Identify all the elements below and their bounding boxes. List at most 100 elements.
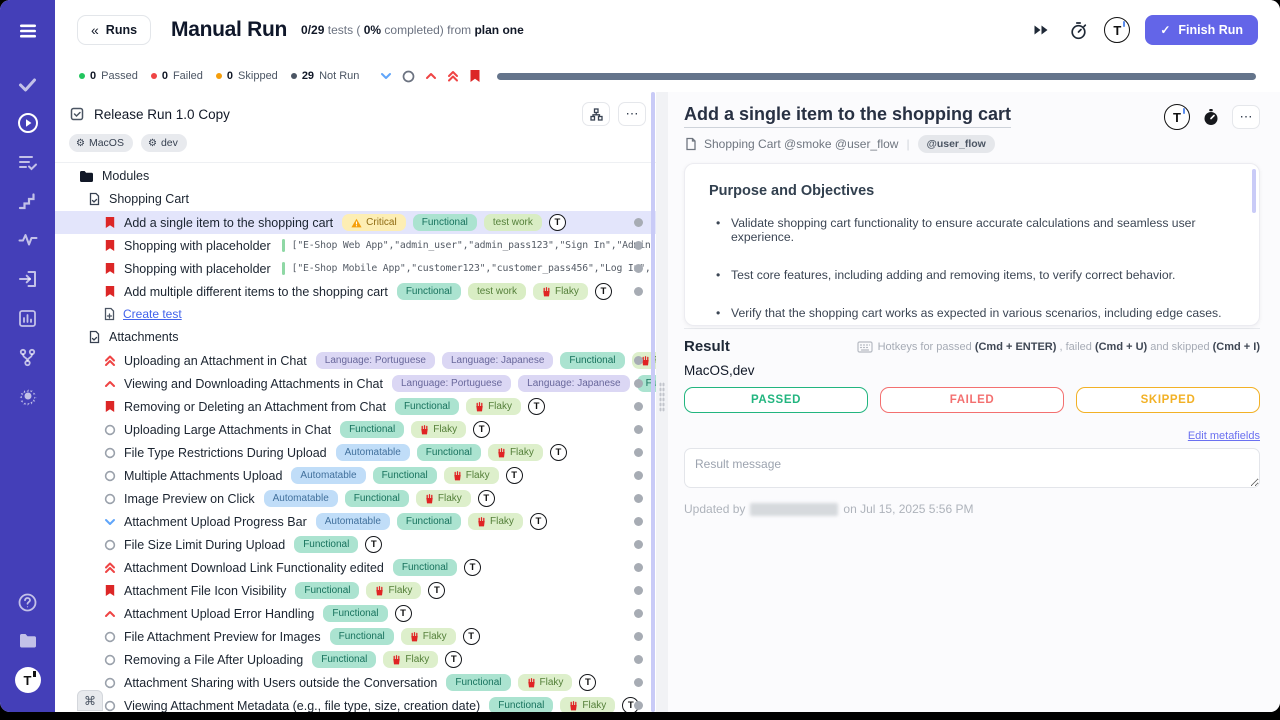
steps-icon[interactable] xyxy=(11,184,45,218)
tag-functional[interactable]: Functional xyxy=(294,536,358,553)
test-row[interactable]: Removing a File After UploadingFunctiona… xyxy=(55,648,656,671)
tag-functional[interactable]: Functional xyxy=(395,398,459,415)
tag-functional[interactable]: Functional xyxy=(417,444,481,461)
test-status-dot[interactable] xyxy=(634,494,643,503)
plans-list-icon[interactable] xyxy=(11,145,45,179)
fast-forward-icon[interactable] xyxy=(1030,19,1052,41)
result-message-input[interactable] xyxy=(684,448,1260,488)
tag-language[interactable]: Language: Portuguese xyxy=(316,352,435,369)
tag-flaky[interactable]: Flaky xyxy=(366,582,421,599)
tag-functional[interactable]: Functional xyxy=(373,467,437,484)
env-tag[interactable]: MacOS xyxy=(69,134,133,152)
filter-chevron-up-icon[interactable] xyxy=(425,72,437,80)
test-row[interactable]: Add a single item to the shopping cartCr… xyxy=(55,211,656,234)
testomat-logo-icon[interactable]: T xyxy=(11,663,45,697)
tag-automatable[interactable]: Automatable xyxy=(264,490,338,507)
filter-chevrons-up-icon[interactable] xyxy=(447,70,459,82)
import-icon[interactable] xyxy=(11,262,45,296)
suite-row[interactable]: Shopping Cart xyxy=(55,187,656,211)
tag-functional[interactable]: Functional xyxy=(393,559,457,576)
tag-functional[interactable]: Functional xyxy=(489,697,553,712)
test-row[interactable]: Image Preview on ClickAutomatableFunctio… xyxy=(55,487,656,510)
tag-flaky[interactable]: Flaky xyxy=(468,513,523,530)
tag-functional[interactable]: Functional xyxy=(330,628,394,645)
plan-link[interactable]: plan one xyxy=(474,23,523,37)
branches-icon[interactable] xyxy=(11,340,45,374)
assignee-avatar[interactable] xyxy=(1164,104,1190,130)
tag-functional[interactable]: Functional xyxy=(413,214,477,231)
tag-functional[interactable]: Functional xyxy=(295,582,359,599)
tag-language[interactable]: Language: Japanese xyxy=(442,352,553,369)
tag-flaky[interactable]: Flaky xyxy=(518,674,573,691)
tag-flaky[interactable]: Flaky xyxy=(444,467,499,484)
tag-functional[interactable]: Functional xyxy=(446,674,510,691)
test-row[interactable]: File Type Restrictions During UploadAuto… xyxy=(55,441,656,464)
timer-icon[interactable] xyxy=(1067,19,1089,41)
filter-chevron-down-icon[interactable] xyxy=(380,72,392,80)
tag-testwork[interactable]: test work xyxy=(468,283,526,300)
tag-critical[interactable]: Critical xyxy=(342,214,406,231)
tag-flaky[interactable]: Flaky xyxy=(411,421,466,438)
tag-flaky[interactable]: Flaky xyxy=(401,628,456,645)
test-status-dot[interactable] xyxy=(634,701,643,710)
test-row[interactable]: File Attachment Preview for ImagesFuncti… xyxy=(55,625,656,648)
test-status-dot[interactable] xyxy=(634,540,643,549)
env-tag[interactable]: dev xyxy=(141,134,187,152)
run-name[interactable]: Release Run 1.0 Copy xyxy=(94,107,230,122)
test-status-dot[interactable] xyxy=(634,655,643,664)
tag-functional[interactable]: Functional xyxy=(340,421,404,438)
test-row[interactable]: Attachment Download Link Functionality e… xyxy=(55,556,656,579)
test-status-dot[interactable] xyxy=(634,632,643,641)
test-row[interactable]: Attachment Upload Progress BarAutomatabl… xyxy=(55,510,656,533)
tag-flaky[interactable]: Flaky xyxy=(466,398,521,415)
test-status-dot[interactable] xyxy=(634,448,643,457)
create-test-row[interactable]: Create test xyxy=(55,303,656,325)
test-row[interactable]: Viewing Attachment Metadata (e.g., file … xyxy=(55,694,656,712)
stopwatch-icon[interactable] xyxy=(1200,106,1222,128)
tag-flaky[interactable]: Flaky xyxy=(416,490,471,507)
tests-check-icon[interactable] xyxy=(11,67,45,101)
help-icon[interactable] xyxy=(11,585,45,619)
result-failed-button[interactable]: FAILED xyxy=(880,387,1064,413)
test-status-dot[interactable] xyxy=(634,517,643,526)
test-row[interactable]: Multiple Attachments UploadAutomatableFu… xyxy=(55,464,656,487)
test-status-dot[interactable] xyxy=(634,609,643,618)
test-row[interactable]: Shopping with placeholder["E-Shop Mobile… xyxy=(55,257,656,280)
tag-automatable[interactable]: Automatable xyxy=(291,467,365,484)
result-passed-button[interactable]: PASSED xyxy=(684,387,868,413)
test-status-dot[interactable] xyxy=(634,356,643,365)
test-status-dot[interactable] xyxy=(634,425,643,434)
reports-chart-icon[interactable] xyxy=(11,301,45,335)
tag-functional[interactable]: Functional xyxy=(397,513,461,530)
projects-folder-icon[interactable] xyxy=(11,624,45,658)
tag-flaky[interactable]: Flaky xyxy=(560,697,615,712)
test-row[interactable]: Uploading an Attachment in ChatLanguage:… xyxy=(55,349,656,372)
tag-functional[interactable]: Functional xyxy=(397,283,461,300)
finish-run-button[interactable]: ✓ Finish Run xyxy=(1145,15,1258,45)
test-row[interactable]: Viewing and Downloading Attachments in C… xyxy=(55,372,656,395)
filter-circle-icon[interactable] xyxy=(402,70,415,83)
test-row[interactable]: Uploading Large Attachments in ChatFunct… xyxy=(55,418,656,441)
suite-row[interactable]: Attachments xyxy=(55,325,656,349)
runs-play-icon[interactable] xyxy=(11,106,45,140)
tag-automatable[interactable]: Automatable xyxy=(316,513,390,530)
test-status-dot[interactable] xyxy=(634,586,643,595)
user-avatar[interactable] xyxy=(1104,17,1130,43)
create-test-link[interactable]: Create test xyxy=(123,307,182,321)
test-status-dot[interactable] xyxy=(634,379,643,388)
result-skipped-button[interactable]: SKIPPED xyxy=(1076,387,1260,413)
test-row[interactable]: Add multiple different items to the shop… xyxy=(55,280,656,303)
test-detail-title[interactable]: Add a single item to the shopping cart xyxy=(684,104,1011,128)
test-status-dot[interactable] xyxy=(634,678,643,687)
tree-scrollbar[interactable] xyxy=(651,92,655,712)
test-status-dot[interactable] xyxy=(634,563,643,572)
description-scrollbar[interactable] xyxy=(1252,169,1256,213)
test-status-dot[interactable] xyxy=(634,218,643,227)
command-key-button[interactable]: ⌘ xyxy=(77,690,103,711)
tag-language[interactable]: Language: Portuguese xyxy=(392,375,511,392)
tag-functional[interactable]: Functional xyxy=(560,352,624,369)
pulse-icon[interactable] xyxy=(11,223,45,257)
menu-icon[interactable] xyxy=(11,14,45,48)
detail-more-button[interactable]: ⋯ xyxy=(1232,105,1260,129)
back-to-runs-button[interactable]: « Runs xyxy=(77,15,151,45)
